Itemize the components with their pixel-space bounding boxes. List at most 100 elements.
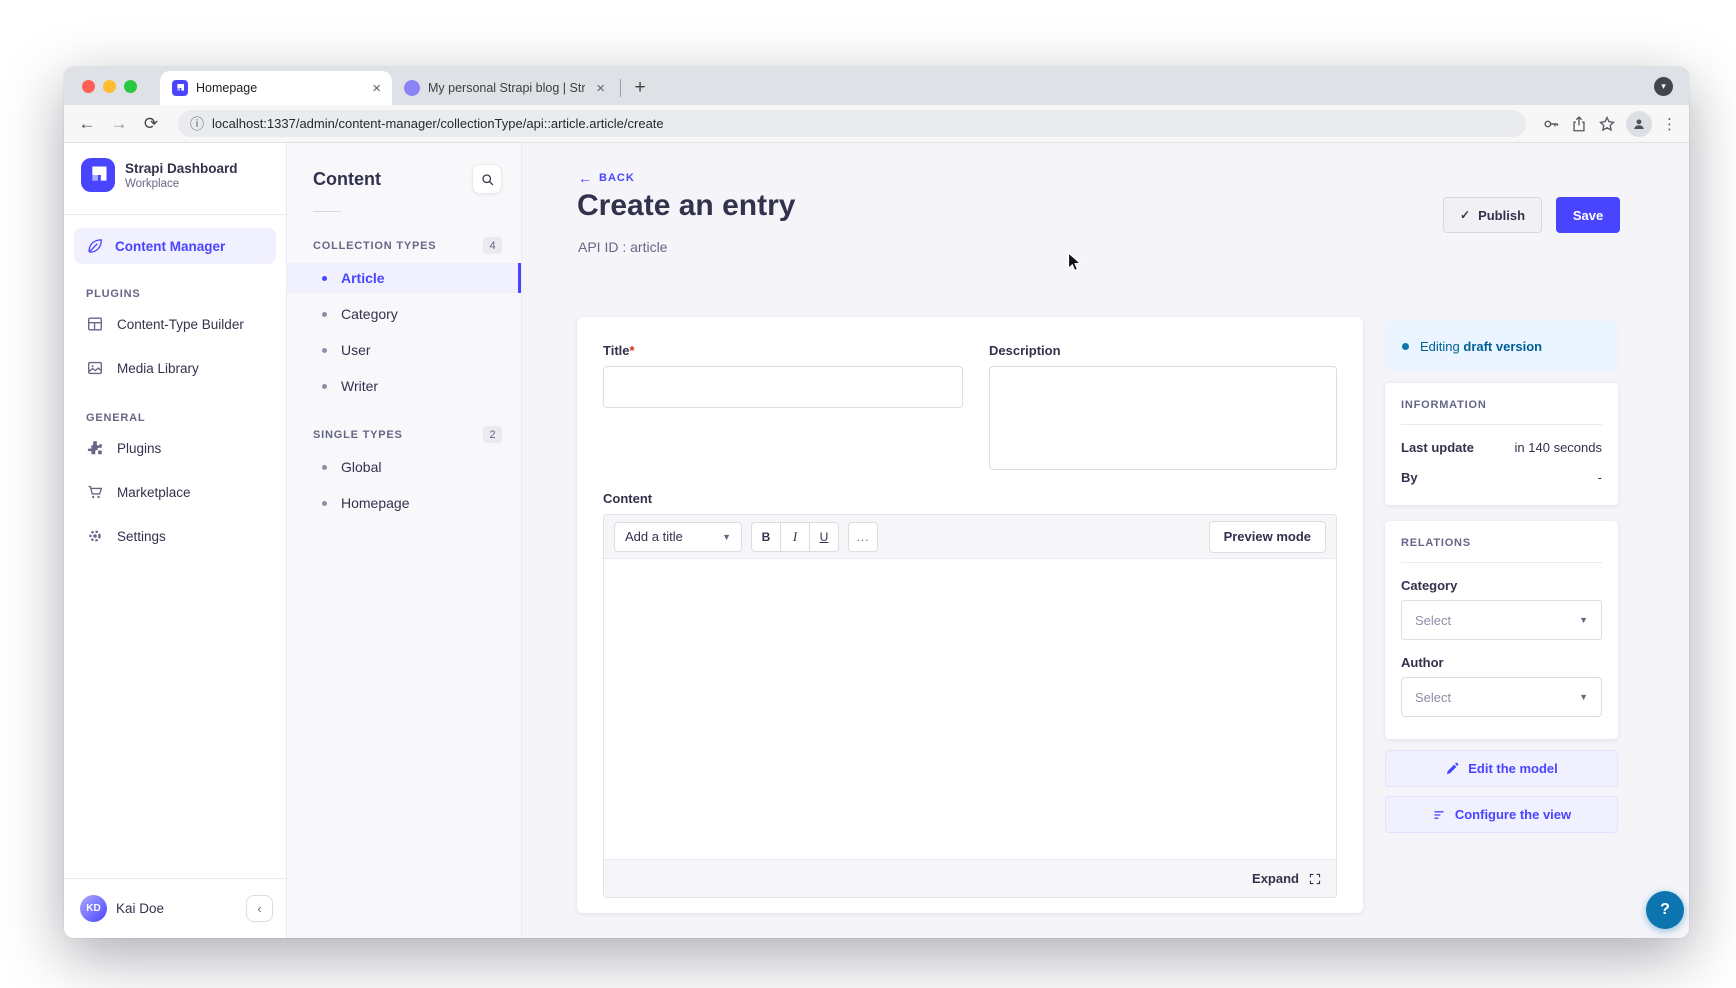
sidebar-item-plugins[interactable]: Plugins	[64, 428, 286, 468]
browser-menu-icon[interactable]: ⋮	[1662, 115, 1677, 133]
address-bar[interactable]: ⓘ localhost:1337/admin/content-manager/c…	[178, 110, 1526, 137]
user-name: Kai Doe	[116, 901, 237, 916]
close-tab-icon[interactable]: ×	[593, 80, 608, 97]
search-icon	[480, 172, 495, 187]
strapi-logo-icon	[81, 158, 115, 192]
draft-status-banner: Editing draft version	[1385, 321, 1618, 371]
content-field-label: Content	[603, 491, 1337, 506]
chevron-down-icon: ▼	[1579, 692, 1588, 702]
share-icon[interactable]	[1570, 115, 1588, 133]
api-id-subtitle: API ID : article	[578, 239, 667, 255]
author-select[interactable]: Select ▼	[1401, 677, 1602, 717]
strapi-app: Strapi Dashboard Workplace Content Manag…	[64, 143, 1689, 938]
main-content: ← BACK Create an entry API ID : article …	[522, 143, 1689, 938]
workspace-brand[interactable]: Strapi Dashboard Workplace	[64, 143, 286, 206]
single-count-badge: 2	[483, 426, 502, 443]
subnav-item-category[interactable]: Category	[287, 299, 521, 329]
minimize-window-button[interactable]	[103, 80, 116, 93]
close-tab-icon[interactable]: ×	[369, 80, 384, 97]
desktop: Homepage × My personal Strapi blog | Str…	[0, 0, 1736, 988]
subnav-item-homepage[interactable]: Homepage	[287, 488, 521, 518]
forward-icon[interactable]: →	[108, 114, 130, 134]
italic-button[interactable]: I	[780, 522, 810, 552]
blog-favicon-icon	[404, 80, 420, 96]
sidebar-item-marketplace[interactable]: Marketplace	[64, 472, 286, 512]
section-label-plugins: PLUGINS	[86, 288, 286, 300]
editor-footer: Expand	[604, 859, 1336, 897]
back-icon[interactable]: ←	[76, 114, 98, 134]
reload-icon[interactable]: ⟳	[140, 114, 162, 134]
content-subnav: Content COLLECTION TYPES 4 Article	[287, 143, 522, 938]
publish-button[interactable]: ✓ Publish	[1443, 197, 1542, 233]
window-controls	[82, 80, 137, 93]
side-panel: Editing draft version INFORMATION Last u…	[1385, 321, 1618, 833]
sidebar-item-content-manager[interactable]: Content Manager	[74, 228, 276, 264]
info-row-by: By -	[1401, 470, 1602, 485]
sidebar-item-label: Media Library	[117, 361, 199, 376]
page-info-icon[interactable]: ⓘ	[190, 114, 204, 134]
card-divider	[1401, 562, 1602, 563]
tab-blog[interactable]: My personal Strapi blog | Strap ×	[392, 71, 616, 105]
edit-model-label: Edit the model	[1468, 761, 1558, 776]
subnav-item-label: Global	[341, 459, 381, 475]
preview-mode-button[interactable]: Preview mode	[1209, 521, 1326, 553]
heading-dropdown[interactable]: Add a title ▼	[614, 522, 742, 552]
bold-button[interactable]: B	[751, 522, 781, 552]
bullet-icon	[322, 501, 327, 506]
sidebar-item-media-library[interactable]: Media Library	[64, 348, 286, 388]
search-button[interactable]	[472, 164, 502, 194]
save-button[interactable]: Save	[1556, 197, 1620, 233]
edit-model-button[interactable]: Edit the model	[1385, 750, 1618, 787]
subnav-item-article[interactable]: Article	[287, 263, 521, 293]
select-placeholder: Select	[1415, 690, 1451, 705]
sidebar-item-label: Content-Type Builder	[117, 317, 244, 332]
main-sidebar: Strapi Dashboard Workplace Content Manag…	[64, 143, 287, 938]
new-tab-button[interactable]: +	[627, 75, 653, 101]
check-icon: ✓	[1460, 208, 1470, 222]
category-select[interactable]: Select ▼	[1401, 600, 1602, 640]
collapse-sidebar-button[interactable]: ‹	[246, 895, 273, 922]
title-input[interactable]	[603, 366, 963, 408]
relations-card: RELATIONS Category Select ▼ Author Selec…	[1385, 521, 1618, 739]
tabs: Homepage × My personal Strapi blog | Str…	[160, 71, 653, 105]
underline-button[interactable]: U	[809, 522, 839, 552]
bullet-icon	[322, 348, 327, 353]
sidebar-item-content-type-builder[interactable]: Content-Type Builder	[64, 304, 286, 344]
workspace-title: Strapi Dashboard	[125, 161, 238, 176]
bookmark-star-icon[interactable]	[1598, 115, 1616, 133]
tab-search-button[interactable]: ▾	[1654, 77, 1673, 96]
sidebar-item-settings[interactable]: Settings	[64, 516, 286, 556]
subnav-item-global[interactable]: Global	[287, 452, 521, 482]
password-key-icon[interactable]	[1542, 115, 1560, 133]
entry-form-card: Title* Description Content	[577, 317, 1363, 913]
tab-homepage[interactable]: Homepage ×	[160, 71, 392, 105]
sidebar-item-label: Content Manager	[115, 239, 225, 254]
back-link[interactable]: ← BACK	[578, 171, 635, 185]
description-textarea[interactable]	[989, 366, 1337, 470]
subnav-item-user[interactable]: User	[287, 335, 521, 365]
image-icon	[86, 359, 104, 377]
feather-icon	[86, 237, 104, 255]
subnav-item-writer[interactable]: Writer	[287, 371, 521, 401]
browser-profile-avatar[interactable]	[1626, 111, 1652, 137]
configure-view-button[interactable]: Configure the view	[1385, 796, 1618, 833]
editor-body[interactable]	[604, 559, 1336, 859]
tab-title: My personal Strapi blog | Strap	[428, 81, 585, 95]
group-label-single-types: SINGLE TYPES	[313, 429, 403, 441]
back-label: BACK	[599, 172, 635, 184]
back-arrow-icon: ←	[578, 171, 592, 185]
fullscreen-window-button[interactable]	[124, 80, 137, 93]
chevron-down-icon: ▼	[1579, 615, 1588, 625]
info-label: Last update	[1401, 440, 1474, 455]
close-window-button[interactable]	[82, 80, 95, 93]
section-label-general: GENERAL	[86, 412, 286, 424]
bullet-icon	[322, 276, 327, 281]
workspace-subtitle: Workplace	[125, 178, 238, 190]
category-field-label: Category	[1401, 578, 1602, 593]
more-formatting-button[interactable]: ...	[848, 522, 878, 552]
subnav-item-label: Writer	[341, 378, 378, 394]
user-avatar[interactable]: KD	[80, 895, 107, 922]
expand-icon[interactable]	[1308, 872, 1322, 886]
sidebar-item-label: Marketplace	[117, 485, 191, 500]
help-button[interactable]: ?	[1646, 891, 1684, 929]
